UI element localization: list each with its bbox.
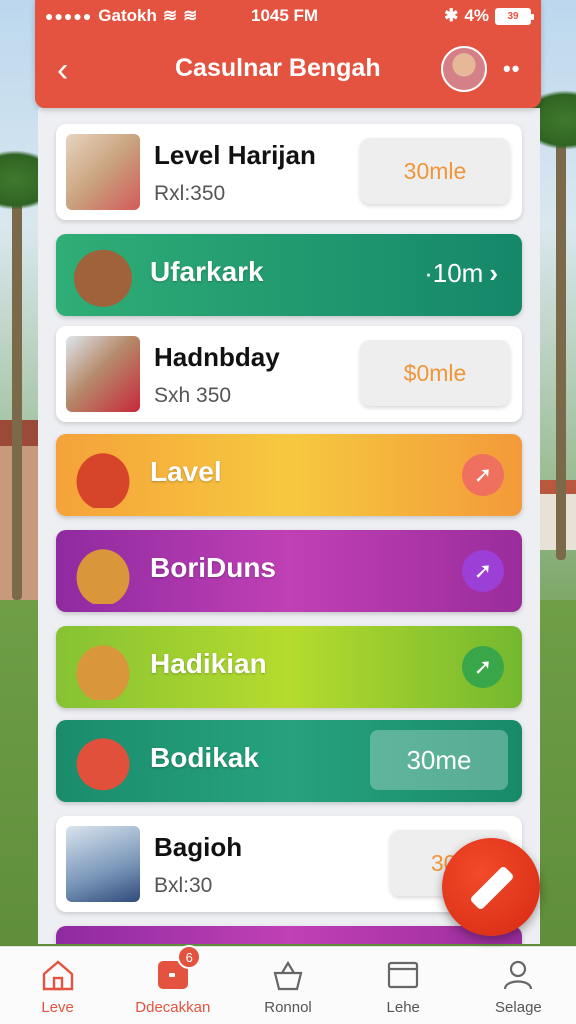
status-bar: ●●●●● Gatokh ≋ ≋ 1045 FM ✱ 4% 39	[35, 0, 541, 32]
sale-box-icon	[66, 728, 140, 794]
item-subtitle: Rxl:350	[154, 182, 226, 205]
list-item[interactable]: BoriDuns ➚	[56, 530, 522, 612]
item-title: BoriDuns	[150, 552, 276, 583]
arrow-icon: ➚	[473, 558, 493, 583]
item-subtitle: Bxl:30	[154, 874, 213, 897]
battery-icon: 39	[495, 7, 534, 25]
nav-item-selage[interactable]: Selage	[461, 947, 576, 1024]
nav-label: Leve	[41, 999, 74, 1016]
nav-item-ronnol[interactable]: Ronnol	[230, 947, 345, 1024]
thumbnail-photo	[66, 826, 140, 902]
share-button[interactable]: ➚	[462, 550, 504, 592]
battery-percent: 4%	[464, 6, 489, 25]
palm-trunk-left	[12, 180, 22, 600]
list-item-partial[interactable]	[56, 926, 522, 944]
list-item[interactable]: Level Harijan Rxl:350 30mle	[56, 124, 522, 220]
pencil-icon	[469, 865, 515, 911]
chevron-left-icon: ‹	[57, 51, 69, 89]
thumbnail-photo	[66, 134, 140, 210]
list-item[interactable]: Hadnbday Sxh 350 $0mle	[56, 326, 522, 422]
signal-dots-icon: ●●●●●	[45, 8, 93, 24]
nav-label: Ronnol	[264, 999, 312, 1016]
share-button[interactable]: ➚	[462, 454, 504, 496]
list-item[interactable]: Bodikak 30me	[56, 720, 522, 802]
item-value: ·10m ›	[424, 258, 498, 289]
item-title: Bagioh	[154, 832, 243, 862]
nav-label: Lehe	[386, 999, 420, 1016]
item-title: Hadnbday	[154, 342, 280, 372]
nav-item-lehe[interactable]: Lehe	[346, 947, 461, 1024]
compose-button[interactable]	[442, 838, 540, 936]
bottom-nav: Leve 6 Ddecakkan Ronnol Lehe Selage	[0, 945, 576, 1024]
nav-label: Selage	[495, 999, 542, 1016]
notification-badge: 6	[177, 945, 202, 969]
status-left: ●●●●● Gatokh ≋ ≋	[45, 6, 197, 26]
status-time: 1045 FM	[251, 6, 319, 25]
value-pill[interactable]: 30mle	[360, 138, 510, 204]
item-title: Lavel	[150, 456, 222, 487]
nav-item-ddecakkan[interactable]: 6 Ddecakkan	[115, 945, 230, 1024]
thumbnail-photo	[66, 336, 140, 412]
list-item[interactable]: Hadikian ➚	[56, 626, 522, 708]
wifi-icon: ≋	[162, 6, 178, 25]
item-title: Ufarkark	[150, 256, 264, 287]
home-icon	[42, 960, 73, 991]
list-item[interactable]: Ufarkark ·10m ›	[56, 234, 522, 316]
nav-label: Ddecakkan	[135, 999, 211, 1016]
nav-item-home[interactable]: Leve	[0, 947, 115, 1024]
back-button[interactable]: ‹	[57, 52, 85, 88]
person-icon	[504, 960, 533, 990]
item-title: Bodikak	[150, 742, 259, 773]
value-pill[interactable]: 30me	[370, 730, 508, 790]
more-dots-icon: ••	[503, 56, 521, 81]
bluetooth-icon: ✱	[444, 6, 459, 25]
list-item[interactable]: Lavel ➚	[56, 434, 522, 516]
more-button[interactable]: ••	[503, 56, 520, 82]
app-header: ●●●●● Gatokh ≋ ≋ 1045 FM ✱ 4% 39 ‹ Casul…	[35, 0, 541, 108]
value-pill[interactable]: $0mle	[360, 340, 510, 406]
gift-box-icon	[66, 538, 140, 604]
carrier-name: Gatokh	[98, 6, 157, 25]
page-title: Casulnar Bengah	[175, 54, 381, 82]
arrow-icon: ➚	[473, 654, 493, 679]
avatar[interactable]	[441, 46, 487, 92]
arrow-icon: ➚	[473, 462, 493, 487]
status-right: ✱ 4% 39	[444, 6, 534, 26]
item-subtitle: Sxh 350	[154, 384, 232, 407]
chevron-right-icon: ›	[489, 258, 498, 288]
tractor-icon	[66, 442, 140, 508]
folder-icon	[388, 961, 419, 989]
wifi-icon-2: ≋	[183, 6, 198, 25]
item-value-text: ·10m	[424, 258, 484, 288]
briefcase-icon	[66, 242, 140, 308]
item-title: Level Harijan	[154, 140, 316, 170]
palm-trunk-right	[556, 120, 566, 560]
item-title: Hadikian	[150, 648, 267, 679]
gift-box-icon	[66, 634, 140, 700]
basket-icon	[273, 960, 303, 991]
share-button[interactable]: ➚	[462, 646, 504, 688]
list-panel: Level Harijan Rxl:350 30mle Ufarkark ·10…	[38, 108, 540, 944]
